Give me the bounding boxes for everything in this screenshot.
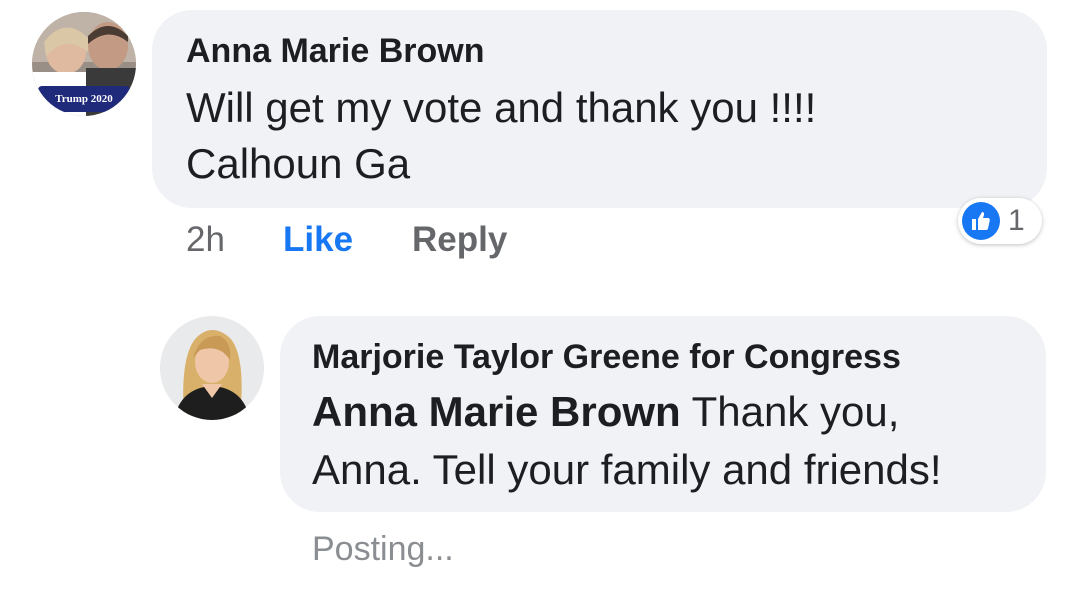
reply-text-after-mention: Thank you, [680, 388, 900, 435]
reply-author-avatar[interactable] [160, 316, 264, 420]
reply-button[interactable]: Reply [412, 220, 507, 260]
like-button[interactable]: Like [283, 220, 353, 260]
reply-author-photo [160, 316, 264, 420]
reaction-count: 1 [1008, 204, 1025, 237]
comment-author-name[interactable]: Anna Marie Brown [186, 32, 484, 71]
commenter-avatar[interactable]: Trump 2020 [32, 12, 136, 116]
reply-text-line-1: Anna Marie Brown Thank you, [312, 384, 899, 440]
trump-2020-badge-text: Trump 2020 [55, 93, 113, 105]
thumbs-up-icon [962, 202, 1000, 240]
comment-timestamp[interactable]: 2h [186, 220, 225, 260]
reaction-summary[interactable]: 1 [958, 198, 1042, 244]
posting-status: Posting... [312, 530, 454, 568]
comment-text-line-2: Calhoun Ga [186, 140, 411, 187]
mention-tag[interactable]: Anna Marie Brown [312, 388, 681, 435]
comment-text-line-1: Will get my vote and thank you !!!! [186, 84, 817, 131]
reply-author-name[interactable]: Marjorie Taylor Greene for Congress [312, 338, 901, 377]
reply-text-line-2: Anna. Tell your family and friends! [312, 446, 942, 493]
